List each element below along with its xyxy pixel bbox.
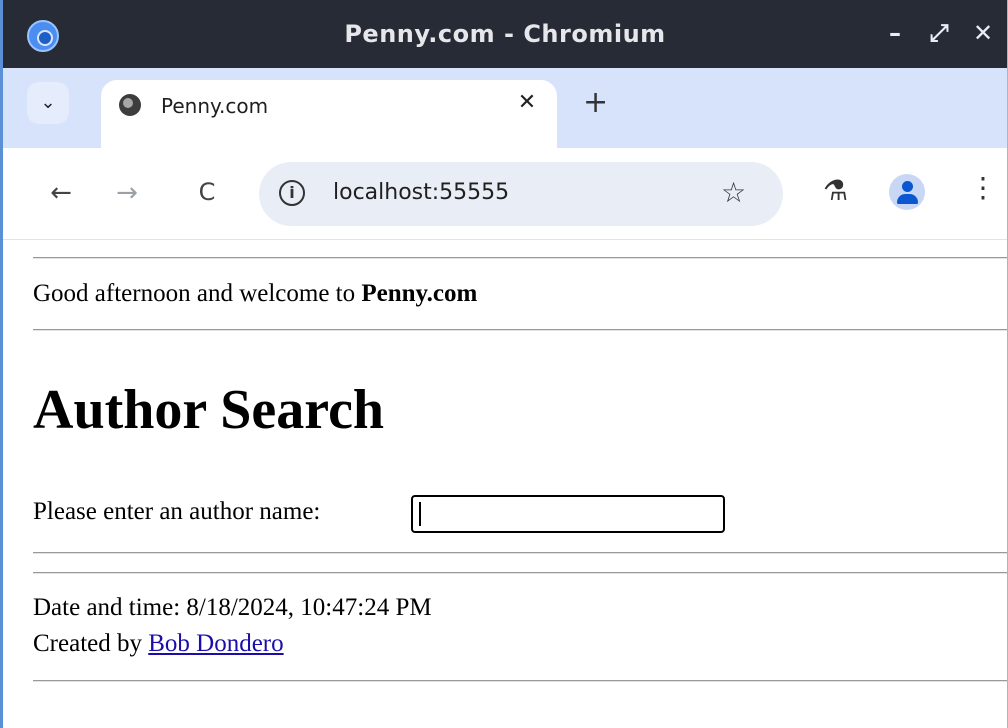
tab-strip: ⌄ Penny.com ✕ + xyxy=(3,68,1007,148)
author-prompt-label: Please enter an author name: xyxy=(33,498,321,525)
avatar-body xyxy=(897,194,918,204)
created-by-line: Created by Bob Dondero xyxy=(33,630,284,658)
divider-footer-bottom xyxy=(33,680,1007,682)
browser-window: Penny.com - Chromium – ⤢ ✕ ⌄ Penny.com ✕… xyxy=(0,0,1008,728)
maximize-button[interactable]: ⤢ xyxy=(925,18,953,48)
site-info-icon[interactable]: i xyxy=(279,180,305,206)
tab-penny[interactable]: Penny.com ✕ xyxy=(101,80,557,148)
new-tab-button[interactable]: + xyxy=(583,88,608,118)
greeting-line: Good afternoon and welcome to Penny.com xyxy=(33,280,477,308)
greeting-site-name: Penny.com xyxy=(361,280,478,307)
window-controls: – ⤢ ✕ xyxy=(881,18,997,48)
tab-search-button[interactable]: ⌄ xyxy=(27,82,69,124)
address-bar[interactable]: i localhost:55555 ☆ xyxy=(259,162,783,226)
minimize-button[interactable]: – xyxy=(881,18,909,48)
close-window-button[interactable]: ✕ xyxy=(969,18,997,48)
back-button[interactable]: ← xyxy=(45,178,77,208)
avatar-head xyxy=(902,181,913,192)
divider-form-bottom xyxy=(33,552,1007,554)
page-heading: Author Search xyxy=(33,379,385,441)
created-by-label: Created by xyxy=(33,630,149,657)
author-name-input[interactable] xyxy=(411,495,725,533)
reload-button[interactable]: C xyxy=(191,178,223,206)
url-text[interactable]: localhost:55555 xyxy=(333,180,509,205)
divider-header-bottom xyxy=(33,329,1007,331)
text-caret xyxy=(419,502,421,526)
date-time-text: Date and time: 8/18/2024, 10:47:24 PM xyxy=(33,594,432,621)
divider-top xyxy=(33,257,1007,259)
kebab-menu-icon[interactable]: ⋮ xyxy=(969,174,997,202)
labs-flask-icon[interactable]: ⚗ xyxy=(823,174,848,207)
creator-link[interactable]: Bob Dondero xyxy=(148,630,283,657)
close-tab-button[interactable]: ✕ xyxy=(513,90,541,115)
title-bar: Penny.com - Chromium – ⤢ ✕ xyxy=(3,0,1007,68)
bookmark-star-icon[interactable]: ☆ xyxy=(721,176,746,209)
page-content: Good afternoon and welcome to Penny.com … xyxy=(3,240,1007,728)
chevron-down-icon: ⌄ xyxy=(40,92,56,113)
greeting-text: Good afternoon and welcome to xyxy=(33,280,362,307)
tab-title: Penny.com xyxy=(161,94,269,118)
forward-button[interactable]: → xyxy=(111,178,143,208)
browser-toolbar: ← → C i localhost:55555 ☆ ⚗ ⋮ xyxy=(3,148,1007,240)
profile-avatar-icon[interactable] xyxy=(889,174,925,210)
divider-footer-top xyxy=(33,572,1007,574)
globe-icon xyxy=(119,94,141,116)
window-title: Penny.com - Chromium xyxy=(344,20,666,48)
